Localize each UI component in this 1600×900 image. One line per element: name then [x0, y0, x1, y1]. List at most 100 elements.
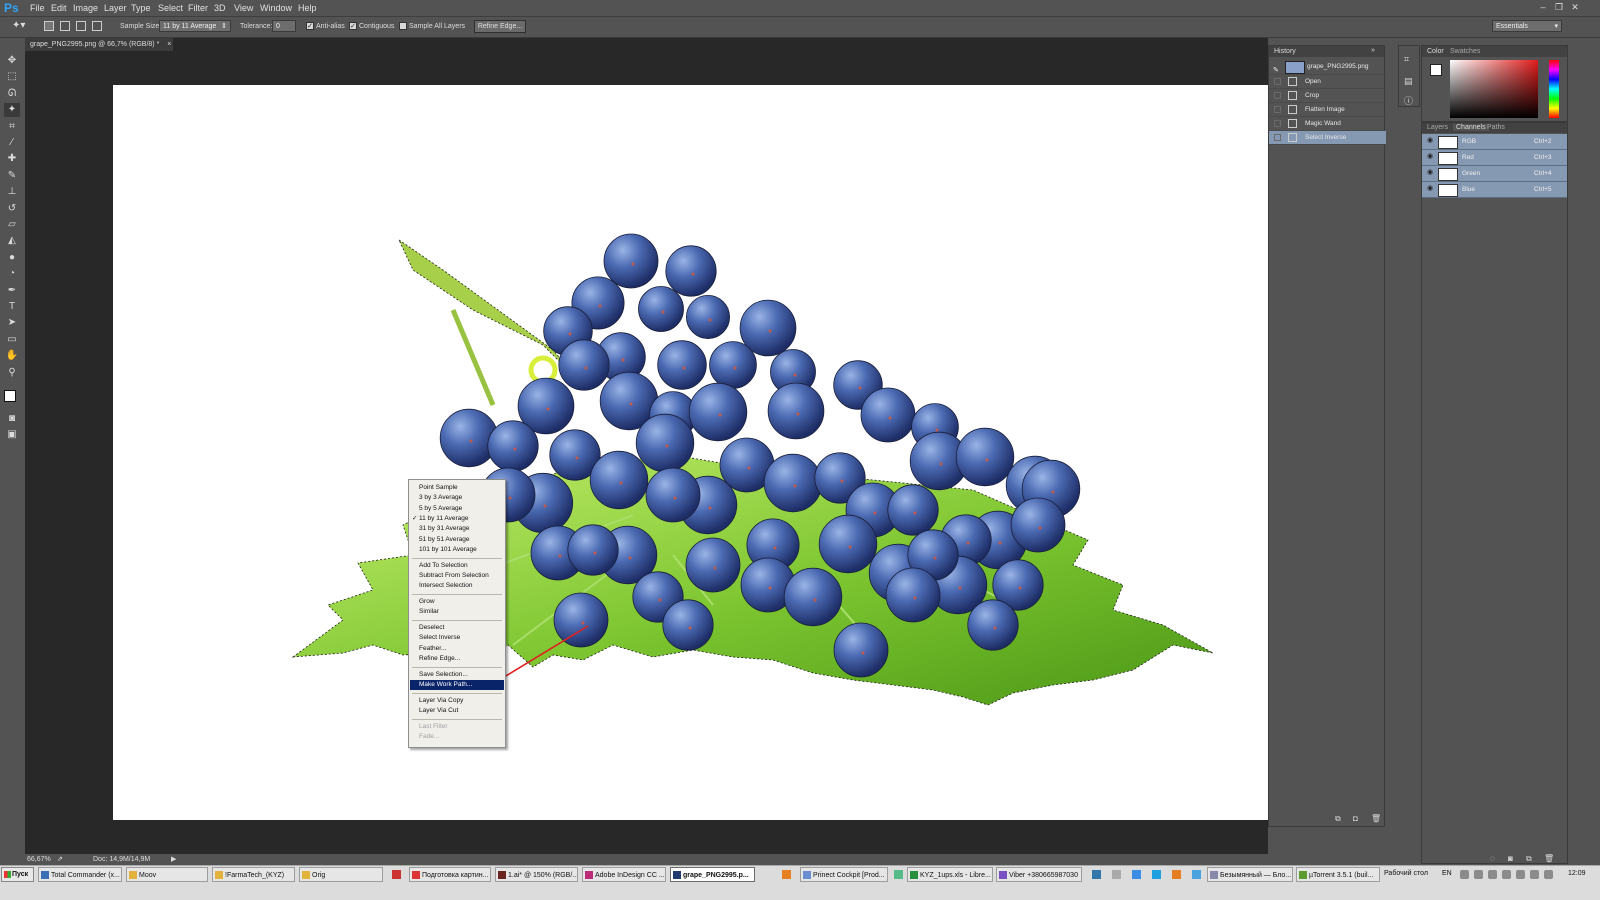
- hand-tool-icon[interactable]: ✋: [4, 349, 20, 363]
- move-tool-icon[interactable]: ✥: [4, 54, 20, 68]
- workspace-select[interactable]: Essentials ▾: [1492, 20, 1562, 32]
- color-picker-field[interactable]: [1450, 60, 1538, 118]
- healing-brush-icon[interactable]: ✚: [4, 152, 20, 166]
- taskbar-button[interactable]: KYZ_1ups.xls - Libre...: [907, 867, 993, 882]
- eye-icon[interactable]: ◉: [1427, 137, 1434, 144]
- close-tab-icon[interactable]: ×: [167, 41, 171, 48]
- info-icon[interactable]: ⓘ: [1404, 94, 1413, 107]
- tray-icon[interactable]: [1544, 870, 1553, 879]
- new-snapshot-icon[interactable]: ◘: [1353, 814, 1358, 823]
- clone-stamp-icon[interactable]: ⊥: [4, 185, 20, 199]
- quick-launch-icon[interactable]: [392, 870, 401, 879]
- marquee-tool-icon[interactable]: ⬚: [4, 70, 20, 84]
- history-source-checkbox[interactable]: [1274, 106, 1281, 113]
- zoom-level[interactable]: 66,67%: [27, 856, 51, 863]
- menu-item-similar[interactable]: Similar: [410, 607, 504, 617]
- taskbar-button[interactable]: Подготовка картин...: [409, 867, 491, 882]
- taskbar-button[interactable]: Orig: [299, 867, 383, 882]
- export-icon[interactable]: ⇗: [57, 855, 63, 863]
- taskbar-button[interactable]: Adobe InDesign CC ...: [582, 867, 666, 882]
- restore-button[interactable]: ❐: [1552, 2, 1566, 13]
- tab-layers[interactable]: Layers: [1427, 124, 1448, 131]
- menu-item-11-by-11-average[interactable]: 11 by 11 Average ✓: [410, 514, 504, 524]
- history-tab[interactable]: History: [1274, 48, 1296, 55]
- taskbar-button[interactable]: Безымянный — Бло...: [1207, 867, 1293, 882]
- tab-paths[interactable]: Paths: [1487, 124, 1505, 131]
- tray-icon[interactable]: [1460, 870, 1469, 879]
- menu-item-intersect-selection[interactable]: Intersect Selection: [410, 581, 504, 591]
- anti-alias-checkbox[interactable]: ✓: [306, 22, 314, 30]
- history-brush-icon[interactable]: ↺: [4, 202, 20, 216]
- menu-item-point-sample[interactable]: Point Sample: [410, 483, 504, 493]
- menu-filter[interactable]: Filter: [188, 3, 208, 13]
- intersect-selection-icon[interactable]: [92, 21, 102, 31]
- channel-row-rgb[interactable]: ◉ RGB Ctrl+2: [1422, 134, 1567, 150]
- tray-icon[interactable]: [1530, 870, 1539, 879]
- channel-row-blue[interactable]: ◉ Blue Ctrl+5: [1422, 182, 1567, 198]
- menu-type[interactable]: Type: [131, 3, 151, 13]
- menu-view[interactable]: View: [234, 3, 253, 13]
- menu-item-select-inverse[interactable]: Select Inverse: [410, 633, 504, 643]
- language-indicator[interactable]: EN: [1442, 870, 1452, 877]
- tolerance-input[interactable]: 0: [272, 20, 296, 32]
- tab-channels[interactable]: Channels: [1453, 124, 1489, 131]
- history-step[interactable]: Open: [1269, 75, 1386, 89]
- image-canvas[interactable]: [113, 85, 1268, 820]
- channel-row-green[interactable]: ◉ Green Ctrl+4: [1422, 166, 1567, 182]
- menu-file[interactable]: File: [30, 3, 45, 13]
- new-document-from-state-icon[interactable]: ⧉: [1335, 814, 1341, 824]
- contiguous-checkbox[interactable]: ✓: [349, 22, 357, 30]
- refine-edge-button[interactable]: Refine Edge...: [474, 20, 526, 33]
- menu-item-101-by-101-average[interactable]: 101 by 101 Average: [410, 545, 504, 555]
- menu-item-save-selection[interactable]: Save Selection...: [410, 670, 504, 680]
- crop-tool-icon[interactable]: ⌗: [4, 120, 20, 134]
- quick-launch-icon[interactable]: [1172, 870, 1181, 879]
- quick-launch-icon[interactable]: [1192, 870, 1201, 879]
- paint-bucket-icon[interactable]: ◭: [4, 234, 20, 248]
- rectangle-tool-icon[interactable]: ▭: [4, 333, 20, 347]
- path-selection-icon[interactable]: ➤: [4, 316, 20, 330]
- panel-collapse-icon[interactable]: »: [1371, 47, 1375, 54]
- menu-help[interactable]: Help: [298, 3, 317, 13]
- tray-icon[interactable]: [1516, 870, 1525, 879]
- taskbar-button[interactable]: Prinect Cockpit [Prod...: [800, 867, 888, 882]
- history-source-checkbox[interactable]: [1274, 120, 1281, 127]
- taskbar-button[interactable]: Total Commander (x...: [38, 867, 122, 882]
- sample-size-select[interactable]: 11 by 11 Average ⇕: [159, 20, 231, 32]
- dodge-tool-icon[interactable]: ◔: [4, 267, 20, 281]
- subtract-selection-icon[interactable]: [76, 21, 86, 31]
- new-channel-icon[interactable]: ⧉: [1526, 854, 1532, 864]
- history-step[interactable]: Crop: [1269, 89, 1386, 103]
- status-menu-arrow-icon[interactable]: ▶: [171, 855, 176, 863]
- add-selection-icon[interactable]: [60, 21, 70, 31]
- sample-all-layers-checkbox[interactable]: [399, 22, 407, 30]
- pen-tool-icon[interactable]: ✒: [4, 284, 20, 298]
- hue-slider[interactable]: [1549, 60, 1559, 118]
- taskbar-button[interactable]: Moov: [126, 867, 208, 882]
- tray-icon[interactable]: [1488, 870, 1497, 879]
- menu-image[interactable]: Image: [73, 3, 98, 13]
- type-tool-icon[interactable]: T: [4, 300, 20, 314]
- quick-launch-icon[interactable]: [894, 870, 903, 879]
- eye-icon[interactable]: ◉: [1427, 185, 1434, 192]
- menu-item-subtract-from-selection[interactable]: Subtract From Selection: [410, 571, 504, 581]
- history-step[interactable]: Flatten Image: [1269, 103, 1386, 117]
- new-selection-icon[interactable]: [44, 21, 54, 31]
- menu-item-5-by-5-average[interactable]: 5 by 5 Average: [410, 504, 504, 514]
- quick-launch-icon[interactable]: [1092, 870, 1101, 879]
- eye-icon[interactable]: ◉: [1427, 169, 1434, 176]
- menu-item-grow[interactable]: Grow: [410, 597, 504, 607]
- eraser-tool-icon[interactable]: ▱: [4, 218, 20, 232]
- menu-item-51-by-51-average[interactable]: 51 by 51 Average: [410, 535, 504, 545]
- quick-launch-icon[interactable]: [1112, 870, 1121, 879]
- foreground-color-swatch[interactable]: [4, 390, 16, 402]
- load-channel-selection-icon[interactable]: ◌: [1490, 854, 1495, 863]
- tray-icon[interactable]: [1502, 870, 1511, 879]
- menu-item-make-work-path[interactable]: Make Work Path...: [410, 680, 504, 691]
- desktop-toolbar-label[interactable]: Рабочий стол: [1384, 870, 1428, 877]
- magic-wand-tool-icon[interactable]: ✦: [4, 103, 20, 118]
- taskbar-button[interactable]: Viber +380665987030: [996, 867, 1082, 882]
- lasso-tool-icon[interactable]: ᘏ: [4, 87, 20, 101]
- document-tab[interactable]: grape_PNG2995.png @ 66,7% (RGB/8) * ×: [25, 38, 173, 51]
- foreground-color[interactable]: [1430, 64, 1442, 76]
